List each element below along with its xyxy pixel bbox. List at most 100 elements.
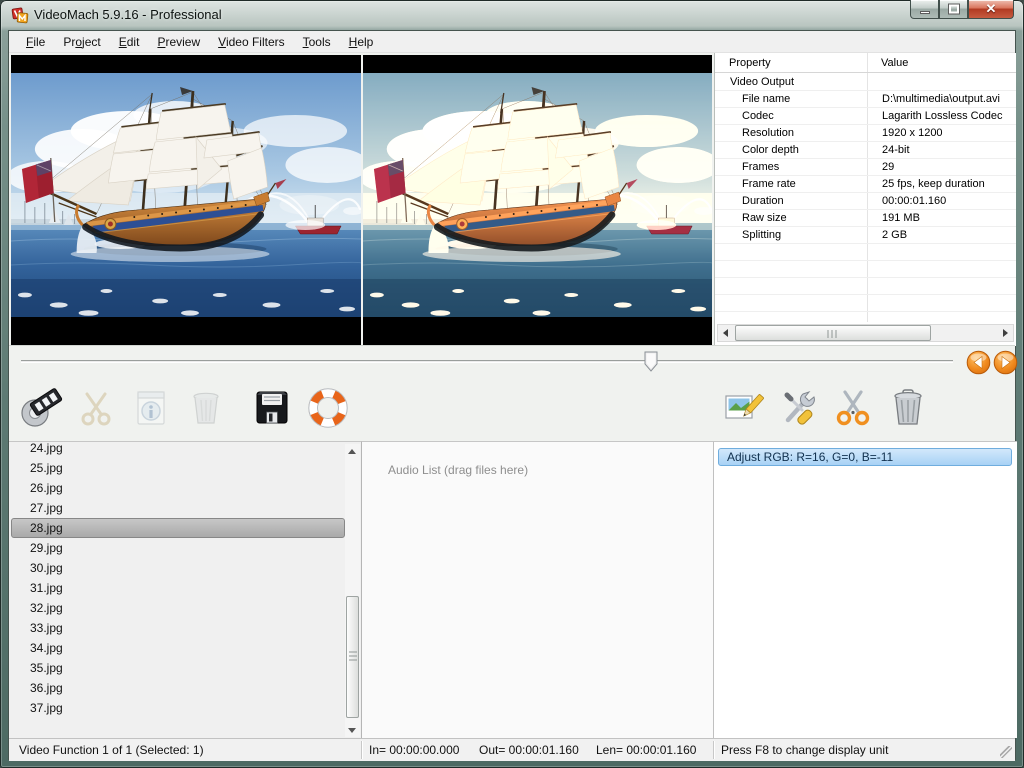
open-media-button[interactable] — [19, 386, 63, 430]
help-button[interactable] — [306, 386, 350, 430]
cut-icon — [74, 386, 118, 430]
vscroll-thumb[interactable] — [346, 596, 359, 718]
close-button[interactable]: ✕ — [968, 0, 1014, 19]
preview-filtered — [363, 55, 712, 345]
previous-frame-button[interactable] — [966, 350, 991, 375]
file-item[interactable]: 37.jpg — [11, 698, 345, 718]
delete-function-button[interactable] — [886, 386, 930, 430]
menu-bar: FileProjectEditPreviewVideo FiltersTools… — [9, 31, 1015, 53]
file-items: 24.jpg25.jpg26.jpg27.jpg28.jpg29.jpg30.j… — [11, 441, 345, 718]
maximize-button[interactable] — [939, 0, 968, 19]
property-row[interactable]: Duration00:00:01.160 — [715, 193, 1016, 210]
property-row[interactable]: Resolution1920 x 1200 — [715, 125, 1016, 142]
app-icon — [11, 6, 29, 24]
property-table-header: Property Value — [715, 53, 1016, 73]
scroll-down-arrow-icon[interactable] — [345, 723, 360, 737]
scroll-right-arrow-icon[interactable] — [997, 325, 1013, 341]
property-row[interactable]: Video Output — [715, 74, 1016, 91]
property-hscrollbar[interactable] — [717, 324, 1014, 342]
audio-list-panel[interactable]: Audio List (drag files here) — [361, 441, 713, 738]
property-rows: Video OutputFile nameD:\multimedia\outpu… — [715, 74, 1016, 244]
status-out-time: Out= 00:00:01.160 — [479, 743, 579, 757]
menu-help[interactable]: Help — [340, 33, 383, 51]
status-in-time: In= 00:00:00.000 — [369, 743, 459, 757]
menu-preview[interactable]: Preview — [148, 33, 209, 51]
status-length-time: Len= 00:00:01.160 — [596, 743, 696, 757]
edit-image-button[interactable] — [721, 386, 765, 430]
open-media-icon — [19, 386, 63, 430]
save-button[interactable] — [250, 386, 294, 430]
delete-icon — [184, 386, 228, 430]
preview-filtered-image — [363, 73, 712, 317]
menu-edit[interactable]: Edit — [110, 33, 149, 51]
cut-function-button[interactable] — [831, 386, 875, 430]
help-lifering-icon — [306, 386, 350, 430]
seek-slider-thumb[interactable] — [643, 351, 659, 373]
menu-video-filters[interactable]: Video Filters — [209, 33, 293, 51]
info-button-disabled[interactable] — [129, 386, 173, 430]
videomach-window: VideoMach 5.9.16 - Professional ✕ FilePr… — [0, 0, 1024, 768]
scroll-up-arrow-icon[interactable] — [345, 444, 360, 458]
resize-grip[interactable] — [1000, 746, 1012, 758]
file-item[interactable]: 31.jpg — [11, 578, 345, 598]
tools-button[interactable] — [778, 386, 822, 430]
property-row[interactable]: Splitting2 GB — [715, 227, 1016, 244]
save-icon — [250, 386, 294, 430]
status-bar: Video Function 1 of 1 (Selected: 1) In= … — [9, 738, 1015, 761]
hscroll-thumb[interactable] — [735, 325, 931, 341]
property-row[interactable]: CodecLagarith Lossless Codec — [715, 108, 1016, 125]
edit-image-icon — [721, 386, 765, 430]
property-row[interactable]: Raw size191 MB — [715, 210, 1016, 227]
property-row[interactable]: Color depth24-bit — [715, 142, 1016, 159]
seek-slider-track[interactable] — [21, 360, 953, 363]
maximize-icon — [949, 5, 959, 14]
file-item[interactable]: 27.jpg — [11, 498, 345, 518]
minimize-icon — [920, 11, 930, 14]
property-panel: Property Value Video OutputFile nameD:\m… — [714, 53, 1016, 346]
menu-tools[interactable]: Tools — [294, 33, 340, 51]
window-title: VideoMach 5.9.16 - Professional — [34, 7, 222, 22]
scroll-left-arrow-icon[interactable] — [718, 325, 734, 341]
property-row[interactable]: Frame rate25 fps, keep duration — [715, 176, 1016, 193]
file-item[interactable]: 26.jpg — [11, 478, 345, 498]
tools-icon — [778, 386, 822, 430]
file-item[interactable]: 28.jpg — [11, 518, 345, 538]
file-item[interactable]: 29.jpg — [11, 538, 345, 558]
file-item[interactable]: 33.jpg — [11, 618, 345, 638]
minimize-button[interactable] — [910, 0, 939, 19]
info-icon — [129, 386, 173, 430]
property-empty-grid — [715, 244, 1016, 322]
file-list-scrollbar[interactable] — [345, 444, 360, 737]
next-frame-button[interactable] — [993, 350, 1018, 375]
audio-list-placeholder: Audio List (drag files here) — [388, 463, 528, 477]
menu-file[interactable]: File — [17, 33, 54, 51]
cut-scissors-icon — [831, 386, 875, 430]
preview-original-image — [11, 73, 361, 317]
trash-icon — [886, 386, 930, 430]
property-header-label: Property — [729, 57, 771, 69]
property-row[interactable]: Frames29 — [715, 159, 1016, 176]
title-bar[interactable]: VideoMach 5.9.16 - Professional ✕ — [0, 0, 1024, 30]
function-list-panel: Adjust RGB: R=16, G=0, B=-11 — [713, 441, 1017, 738]
file-item[interactable]: 36.jpg — [11, 678, 345, 698]
function-item-adjust-rgb[interactable]: Adjust RGB: R=16, G=0, B=-11 — [718, 448, 1012, 466]
delete-button-disabled[interactable] — [184, 386, 228, 430]
file-item[interactable]: 35.jpg — [11, 658, 345, 678]
control-band — [9, 345, 1015, 441]
cut-button-disabled[interactable] — [74, 386, 118, 430]
status-divider — [361, 741, 362, 759]
status-video-function: Video Function 1 of 1 (Selected: 1) — [19, 743, 204, 757]
property-row[interactable]: File nameD:\multimedia\output.avi — [715, 91, 1016, 108]
close-icon: ✕ — [969, 1, 1013, 17]
file-item[interactable]: 25.jpg — [11, 458, 345, 478]
status-divider — [713, 741, 714, 759]
status-hint: Press F8 to change display unit — [721, 743, 888, 757]
file-item[interactable]: 24.jpg — [11, 441, 345, 458]
video-file-list: 24.jpg25.jpg26.jpg27.jpg28.jpg29.jpg30.j… — [9, 441, 361, 738]
preview-original — [11, 55, 361, 345]
value-header-label: Value — [881, 57, 908, 69]
file-item[interactable]: 30.jpg — [11, 558, 345, 578]
menu-project[interactable]: Project — [54, 33, 109, 51]
file-item[interactable]: 34.jpg — [11, 638, 345, 658]
file-item[interactable]: 32.jpg — [11, 598, 345, 618]
